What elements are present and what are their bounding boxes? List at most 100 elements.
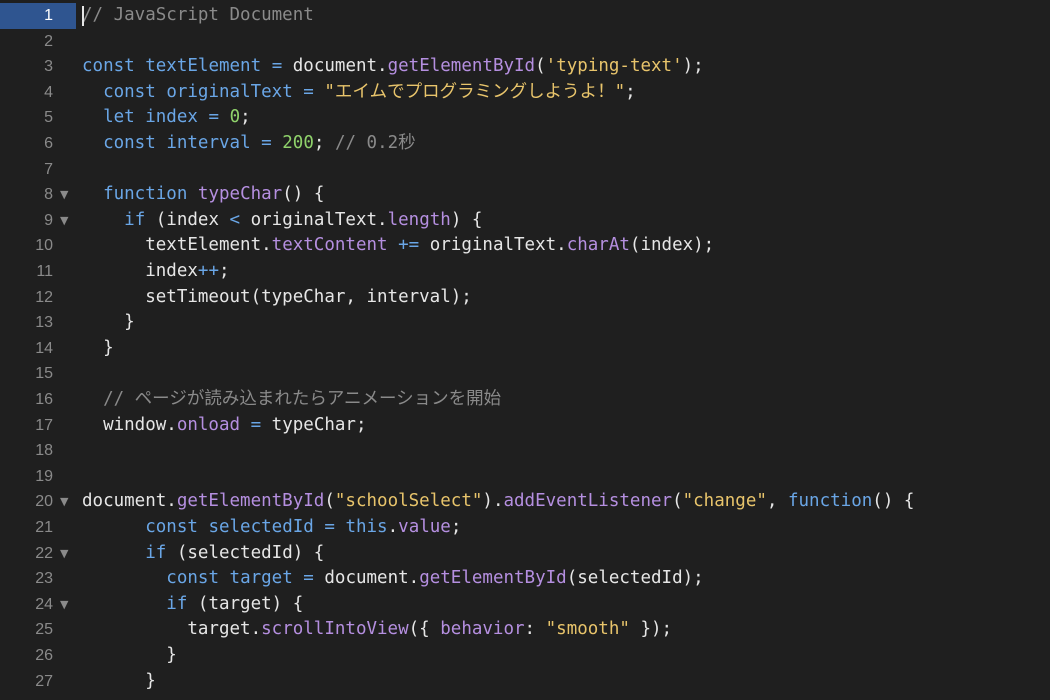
code-line[interactable]: 15 xyxy=(0,361,1050,387)
text-cursor xyxy=(82,6,84,26)
code-editor[interactable]: 1// JavaScript Document 2 3 const textEleme… xyxy=(0,0,1050,700)
code-text[interactable]: index++; xyxy=(82,259,229,285)
line-gutter[interactable]: 15 xyxy=(0,361,76,387)
code-line[interactable]: 16 // ページが読み込まれたらアニメーションを開始 xyxy=(0,387,1050,413)
line-gutter[interactable]: 22 ▼ xyxy=(0,541,76,567)
code-text[interactable]: } xyxy=(82,310,135,336)
code-token: "エイムでプログラミングしようよ！" xyxy=(324,81,626,102)
code-text[interactable]: } xyxy=(82,643,177,669)
code-line[interactable]: 23 const target = document.getElementByI… xyxy=(0,566,1050,592)
line-gutter[interactable]: 1 xyxy=(0,3,76,29)
line-gutter[interactable]: 13 xyxy=(0,310,76,336)
code-text[interactable]: const selectedId = this.value; xyxy=(82,515,461,541)
line-gutter[interactable]: 19 xyxy=(0,464,76,490)
code-text[interactable]: } xyxy=(82,336,114,362)
line-gutter[interactable]: 8 ▼ xyxy=(0,182,76,208)
code-line[interactable]: 1 // JavaScript Document xyxy=(0,3,1050,29)
line-gutter[interactable]: 25 xyxy=(0,617,76,643)
code-text[interactable]: if (selectedId) { xyxy=(82,541,324,567)
code-line[interactable]: 2 xyxy=(0,29,1050,55)
line-gutter[interactable]: 26 xyxy=(0,643,76,669)
code-text[interactable]: document.getElementById("schoolSelect").… xyxy=(82,489,914,515)
code-token: getElementById xyxy=(176,491,325,512)
code-line[interactable]: 14 } xyxy=(0,336,1050,362)
code-line[interactable]: 20 ▼ document.getElementById("schoolSelect… xyxy=(0,489,1050,515)
code-line[interactable]: 5 let index = 0; xyxy=(0,105,1050,131)
code-text[interactable]: function typeChar() { xyxy=(82,182,324,208)
code-text[interactable]: // ページが読み込まれたらアニメーションを開始 xyxy=(82,387,501,413)
code-text[interactable]: } xyxy=(82,669,156,695)
code-line[interactable]: 12 setTimeout(typeChar, interval); xyxy=(0,285,1050,311)
fold-triangle-icon[interactable]: ▼ xyxy=(60,489,68,515)
code-line[interactable]: 18 xyxy=(0,438,1050,464)
code-line[interactable]: 6 const interval = 200; // 0.2秒 xyxy=(0,131,1050,157)
line-gutter[interactable]: 14 xyxy=(0,336,76,362)
code-token: } xyxy=(82,670,156,691)
code-text[interactable]: let index = 0; xyxy=(82,105,251,131)
line-gutter[interactable]: 20 ▼ xyxy=(0,489,76,515)
code-line[interactable]: 24 ▼ if (target) { xyxy=(0,592,1050,618)
line-gutter[interactable]: 2 xyxy=(0,29,76,55)
code-token: "change" xyxy=(682,491,767,512)
line-gutter[interactable]: 4 xyxy=(0,80,76,106)
line-gutter[interactable]: 23 xyxy=(0,566,76,592)
code-text[interactable]: const originalText = "エイムでプログラミングしようよ！"; xyxy=(82,80,636,106)
code-text[interactable]: const interval = 200; // 0.2秒 xyxy=(82,131,416,157)
code-line[interactable]: 21 const selectedId = this.value; xyxy=(0,515,1050,541)
line-gutter[interactable]: 10 xyxy=(0,233,76,259)
line-gutter[interactable]: 16 xyxy=(0,387,76,413)
code-line[interactable]: 11 index++; xyxy=(0,259,1050,285)
code-line[interactable]: 22 ▼ if (selectedId) { xyxy=(0,541,1050,567)
code-line[interactable]: 13 } xyxy=(0,310,1050,336)
fold-triangle-icon[interactable]: ▼ xyxy=(60,208,68,234)
code-line[interactable]: 8 ▼ function typeChar() { xyxy=(0,182,1050,208)
code-text[interactable]: if (target) { xyxy=(82,592,303,618)
code-line[interactable]: 10 textElement.textContent += originalTe… xyxy=(0,233,1050,259)
code-text[interactable]: const target = document.getElementById(s… xyxy=(82,566,703,592)
code-line[interactable]: 17 window.onload = typeChar; xyxy=(0,413,1050,439)
line-gutter[interactable]: 9 ▼ xyxy=(0,208,76,234)
line-number: 14 xyxy=(35,339,53,357)
code-token: } xyxy=(82,337,114,358)
line-gutter[interactable]: 12 xyxy=(0,285,76,311)
code-text[interactable]: if (index < originalText.length) { xyxy=(82,208,482,234)
line-gutter[interactable]: 5 xyxy=(0,105,76,131)
code-text[interactable]: textElement.textContent += originalText.… xyxy=(82,233,714,259)
line-gutter[interactable]: 24 ▼ xyxy=(0,592,76,618)
code-text[interactable]: // JavaScript Document xyxy=(82,3,314,29)
code-token: ; xyxy=(313,133,335,153)
code-line[interactable]: 4 const originalText = "エイムでプログラミングしようよ！… xyxy=(0,80,1050,106)
code-token: . xyxy=(387,517,399,537)
code-token: () { xyxy=(872,491,915,512)
line-gutter[interactable]: 27 xyxy=(0,669,76,695)
code-token: const xyxy=(103,81,156,102)
line-gutter[interactable]: 3 xyxy=(0,54,76,80)
fold-triangle-icon[interactable]: ▼ xyxy=(60,592,68,618)
code-text[interactable]: setTimeout(typeChar, interval); xyxy=(82,285,472,311)
fold-triangle-icon[interactable]: ▼ xyxy=(60,182,68,208)
code-token: "schoolSelect" xyxy=(334,491,483,512)
line-gutter[interactable]: 17 xyxy=(0,413,76,439)
code-line[interactable]: 26 } xyxy=(0,643,1050,669)
line-gutter[interactable]: 6 xyxy=(0,131,76,157)
code-line[interactable]: 27 } xyxy=(0,669,1050,695)
code-line[interactable]: 7 xyxy=(0,157,1050,183)
line-gutter[interactable]: 11 xyxy=(0,259,76,285)
line-gutter[interactable]: 21 xyxy=(0,515,76,541)
line-gutter[interactable]: 7 xyxy=(0,157,76,183)
line-number: 19 xyxy=(35,467,53,485)
code-line[interactable]: 9 ▼ if (index < originalText.length) { xyxy=(0,208,1050,234)
code-line[interactable]: 19 xyxy=(0,464,1050,490)
code-token: // ページが読み込まれたらアニメーションを開始 xyxy=(103,389,502,409)
code-line[interactable]: 3 const textElement = document.getElement… xyxy=(0,54,1050,80)
line-gutter[interactable]: 18 xyxy=(0,438,76,464)
fold-triangle-icon[interactable]: ▼ xyxy=(60,541,68,567)
code-token: onload xyxy=(176,414,241,435)
code-text[interactable]: window.onload = typeChar; xyxy=(82,413,366,439)
code-text[interactable]: const textElement = document.getElementB… xyxy=(82,54,704,80)
code-text[interactable]: target.scrollIntoView({ behavior: "smoot… xyxy=(82,617,672,643)
code-line[interactable]: 25 target.scrollIntoView({ behavior: "sm… xyxy=(0,617,1050,643)
